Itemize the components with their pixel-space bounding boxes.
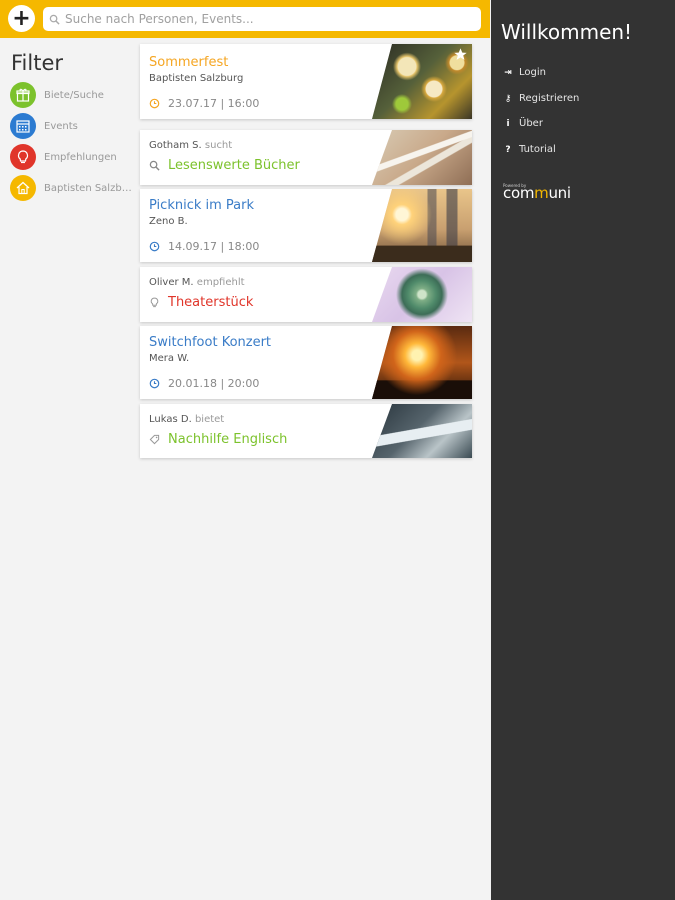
card-datetime: 20.01.18 | 20:00: [149, 377, 259, 390]
search-input[interactable]: [65, 12, 465, 26]
clock-icon: [149, 378, 160, 389]
card-author-line: Oliver M. empfiehlt: [149, 277, 245, 288]
card-event-sommerfest[interactable]: Sommerfest Baptisten Salzburg 23.07.17 |…: [140, 44, 472, 119]
calendar-icon: [10, 113, 36, 139]
welcome-title: Willkommen!: [501, 20, 633, 44]
top-bar: +: [0, 0, 490, 38]
menu-item-label: Registrieren: [519, 93, 580, 104]
card-image: [372, 267, 472, 322]
add-button[interactable]: +: [8, 5, 35, 32]
filter-item-biete-suche[interactable]: Biete/Suche: [10, 82, 134, 108]
card-title-row: Lesenswerte Bücher: [149, 158, 300, 173]
clock-icon: [149, 98, 160, 109]
card-image: [372, 326, 472, 399]
card-title: Picknick im Park: [149, 198, 255, 213]
card-title-row: Nachhilfe Englisch: [149, 432, 287, 447]
card-datetime-text: 23.07.17 | 16:00: [168, 97, 260, 110]
home-icon: [10, 175, 36, 201]
menu-item-ueber[interactable]: i Über: [503, 118, 543, 129]
login-icon: ⇥: [504, 67, 512, 78]
filter-title: Filter: [11, 51, 64, 75]
card-request-lesenswerte-buecher[interactable]: Gotham S. sucht Lesenswerte Bücher: [140, 130, 472, 185]
card-action: bietet: [194, 414, 225, 425]
menu-item-label: Login: [519, 67, 546, 78]
key-icon: ⚷: [504, 93, 512, 104]
card-action: empfiehlt: [196, 277, 245, 288]
side-menu-panel: Willkommen! ⇥ Login ⚷ Registrieren i Übe…: [491, 0, 675, 900]
filter-label: Events: [44, 120, 78, 132]
card-author-line: Gotham S. sucht: [149, 140, 232, 151]
card-author: Gotham S.: [149, 140, 202, 151]
filter-label: Biete/Suche: [44, 89, 104, 101]
menu-item-label: Über: [519, 118, 543, 129]
menu-item-login[interactable]: ⇥ Login: [503, 67, 546, 78]
lightbulb-icon: [10, 144, 36, 170]
card-offer-nachhilfe-englisch[interactable]: Lukas D. bietet Nachhilfe Englisch: [140, 404, 472, 458]
search-box[interactable]: [43, 7, 481, 31]
search-icon: [49, 14, 60, 25]
menu-item-label: Tutorial: [519, 144, 556, 155]
card-action: sucht: [204, 140, 233, 151]
tag-icon: [149, 434, 160, 445]
card-title: Nachhilfe Englisch: [168, 432, 288, 447]
filter-item-empfehlungen[interactable]: Empfehlungen: [10, 144, 134, 170]
card-author: Lukas D.: [149, 414, 192, 425]
lightbulb-icon: [150, 297, 159, 308]
communi-logo: communi: [503, 184, 571, 202]
card-title: Switchfoot Konzert: [149, 335, 272, 350]
card-organizer: Zeno B.: [149, 216, 188, 227]
card-datetime-text: 20.01.18 | 20:00: [168, 377, 260, 390]
filter-item-baptisten-salzburg[interactable]: Baptisten Salzbu...: [10, 175, 134, 201]
card-title: Sommerfest: [149, 55, 229, 70]
filter-label: Baptisten Salzbu...: [44, 182, 134, 194]
card-title-row: Theaterstück: [149, 295, 253, 310]
card-event-switchfoot-konzert[interactable]: Switchfoot Konzert Mera W. 20.01.18 | 20…: [140, 326, 472, 399]
card-author-line: Lukas D. bietet: [149, 414, 224, 425]
card-author: Oliver M.: [149, 277, 194, 288]
card-datetime-text: 14.09.17 | 18:00: [168, 240, 260, 253]
info-icon: i: [506, 118, 510, 129]
card-recommendation-theaterstueck[interactable]: Oliver M. empfiehlt Theaterstück: [140, 267, 472, 322]
card-title: Lesenswerte Bücher: [168, 158, 300, 173]
filter-item-events[interactable]: Events: [10, 113, 134, 139]
card-organizer: Mera W.: [149, 353, 190, 364]
card-datetime: 14.09.17 | 18:00: [149, 240, 259, 253]
card-datetime: 23.07.17 | 16:00: [149, 97, 259, 110]
gift-icon: [10, 82, 36, 108]
card-organizer: Baptisten Salzburg: [149, 73, 244, 84]
menu-item-registrieren[interactable]: ⚷ Registrieren: [503, 93, 580, 104]
menu-item-tutorial[interactable]: ? Tutorial: [503, 144, 556, 155]
card-title: Theaterstück: [168, 295, 254, 310]
card-event-picknick-im-park[interactable]: Picknick im Park Zeno B. 14.09.17 | 18:0…: [140, 189, 472, 262]
clock-icon: [149, 241, 160, 252]
star-icon: [454, 48, 467, 60]
help-icon: ?: [505, 144, 511, 155]
filter-label: Empfehlungen: [44, 151, 117, 163]
card-image: [372, 404, 472, 458]
search-icon: [149, 160, 160, 171]
card-image: [372, 130, 472, 185]
card-image: [372, 189, 472, 262]
